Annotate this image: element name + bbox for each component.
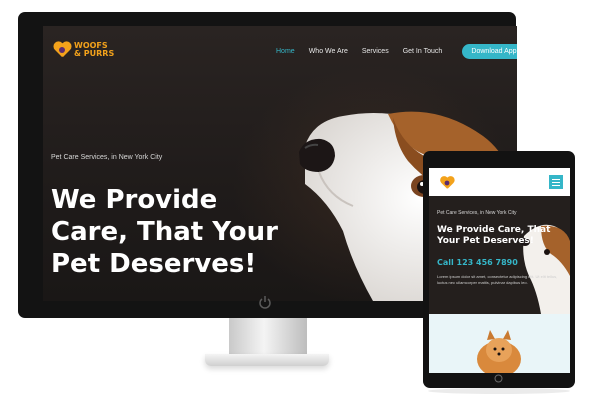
logo-line2: & PURRS xyxy=(74,49,115,58)
monitor-stand-neck xyxy=(229,318,307,356)
tablet-device: Pet Care Services, in New York City We P… xyxy=(423,151,575,388)
nav-services[interactable]: Services xyxy=(362,48,389,55)
logo[interactable]: WOOFS & PURRS xyxy=(53,42,114,58)
tablet-hero-subtitle: Pet Care Services, in New York City xyxy=(437,210,517,216)
tablet-hero-headline: We Provide Care, That Your Pet Deserves! xyxy=(437,225,551,246)
monitor-stand-base xyxy=(205,354,329,366)
tablet-call-number[interactable]: Call 123 456 7890 xyxy=(437,258,518,267)
home-button-icon[interactable] xyxy=(494,374,503,383)
logo-text: WOOFS & PURRS xyxy=(74,42,114,58)
menu-icon[interactable] xyxy=(549,175,563,189)
tablet-hero: Pet Care Services, in New York City We P… xyxy=(429,196,570,314)
nav-get-in-touch[interactable]: Get In Touch xyxy=(403,48,443,55)
heart-paw-logo-icon[interactable] xyxy=(440,177,454,190)
pomeranian-photo xyxy=(477,330,521,373)
download-app-button[interactable]: Download App xyxy=(462,44,517,59)
hero-subtitle: Pet Care Services, in New York City xyxy=(51,154,163,161)
nav-who-we-are[interactable]: Who We Are xyxy=(309,48,348,55)
nav-home[interactable]: Home xyxy=(276,48,295,55)
power-icon[interactable] xyxy=(258,295,272,309)
tablet-shadow xyxy=(428,388,570,394)
main-nav: Home Who We Are Services Get In Touch xyxy=(276,48,456,55)
tablet-hero-body: Lorem ipsum dolor sit amet, consectetur … xyxy=(437,274,558,285)
heart-paw-logo-icon xyxy=(53,42,71,58)
tablet-screen: Pet Care Services, in New York City We P… xyxy=(429,168,570,373)
tablet-next-section xyxy=(429,314,570,373)
tablet-header xyxy=(429,168,570,196)
hero-headline: We Provide Care, That Your Pet Deserves! xyxy=(51,185,278,279)
